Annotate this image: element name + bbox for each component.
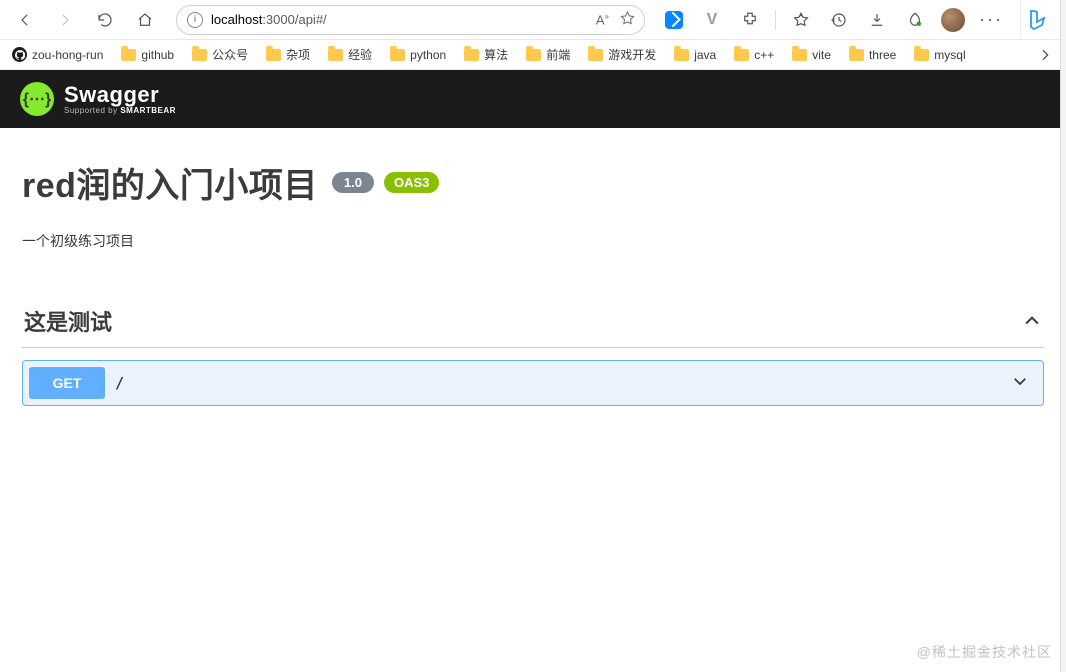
- downloads-icon[interactable]: [864, 7, 890, 33]
- folder-icon: [674, 49, 689, 61]
- favorite-icon[interactable]: [619, 10, 636, 30]
- version-badge: 1.0: [332, 172, 374, 193]
- http-method-badge: GET: [29, 367, 105, 399]
- folder-icon: [390, 49, 405, 61]
- operation-path: /: [115, 374, 1011, 392]
- bookmark-item[interactable]: three: [845, 46, 900, 64]
- swagger-logo-icon: {⋯}: [20, 82, 54, 116]
- folder-icon: [121, 49, 136, 61]
- tag-header[interactable]: 这是测试: [22, 299, 1044, 348]
- bookmark-item[interactable]: mysql: [910, 46, 969, 64]
- chevron-down-icon: [1011, 372, 1029, 395]
- folder-icon: [266, 49, 281, 61]
- bookmark-item[interactable]: 游戏开发: [584, 44, 660, 65]
- performance-icon[interactable]: [902, 7, 928, 33]
- address-bar[interactable]: i localhost:3000/api#/ A»: [176, 5, 645, 35]
- extensions-icon[interactable]: [737, 7, 763, 33]
- bookmark-label: java: [694, 48, 716, 62]
- bookmark-item[interactable]: 前端: [522, 44, 574, 65]
- operation-block[interactable]: GET /: [22, 360, 1044, 406]
- swagger-supported-by: Supported by SMARTBEAR: [64, 106, 176, 115]
- folder-icon: [464, 49, 479, 61]
- bookmark-label: 杂项: [286, 46, 310, 63]
- oas-badge: OAS3: [384, 172, 439, 193]
- bookmark-item[interactable]: zou-hong-run: [8, 45, 107, 64]
- back-button[interactable]: [10, 5, 40, 35]
- folder-icon: [792, 49, 807, 61]
- bookmark-label: mysql: [934, 48, 965, 62]
- swagger-brand: Swagger: [64, 84, 176, 106]
- url-text: localhost:3000/api#/: [211, 12, 327, 27]
- api-title: red润的入门小项目: [22, 158, 318, 207]
- profile-avatar[interactable]: [940, 7, 966, 33]
- bookmark-label: 算法: [484, 46, 508, 63]
- bookmark-item[interactable]: java: [670, 46, 720, 64]
- home-button[interactable]: [130, 5, 160, 35]
- bookmark-item[interactable]: 算法: [460, 44, 512, 65]
- bookmark-item[interactable]: vite: [788, 46, 835, 64]
- folder-icon: [588, 49, 603, 61]
- reading-mode-icon[interactable]: A»: [596, 12, 609, 27]
- swagger-header: {⋯} Swagger Supported by SMARTBEAR: [0, 70, 1066, 128]
- window-right-edge: [1060, 0, 1066, 672]
- toolbar-actions: V ···: [661, 7, 1004, 33]
- bookmark-label: three: [869, 48, 896, 62]
- folder-icon: [914, 49, 929, 61]
- folder-icon: [734, 49, 749, 61]
- history-icon[interactable]: [826, 7, 852, 33]
- api-description: 一个初级练习项目: [22, 231, 1044, 251]
- github-icon: [12, 47, 27, 62]
- bookmark-label: 公众号: [212, 46, 248, 63]
- tag-name: 这是测试: [24, 305, 112, 337]
- browser-toolbar: i localhost:3000/api#/ A» V ···: [0, 0, 1066, 40]
- favorites-icon[interactable]: [788, 7, 814, 33]
- bookmark-item[interactable]: 杂项: [262, 44, 314, 65]
- bookmark-overflow-icon[interactable]: [1032, 42, 1058, 68]
- more-menu-icon[interactable]: ···: [978, 7, 1004, 33]
- folder-icon: [526, 49, 541, 61]
- bookmark-label: 前端: [546, 46, 570, 63]
- forward-button[interactable]: [50, 5, 80, 35]
- watermark: @稀土掘金技术社区: [917, 642, 1052, 662]
- bookmark-item[interactable]: python: [386, 46, 450, 64]
- main-content: red润的入门小项目 1.0 OAS3 一个初级练习项目 这是测试 GET /: [0, 128, 1066, 436]
- bookmark-label: zou-hong-run: [32, 48, 103, 62]
- bookmark-label: 游戏开发: [608, 46, 656, 63]
- bookmark-item[interactable]: c++: [730, 46, 778, 64]
- site-info-icon[interactable]: i: [187, 12, 203, 28]
- send-icon[interactable]: [661, 7, 687, 33]
- bing-sidebar-icon[interactable]: [1020, 0, 1056, 40]
- folder-icon: [849, 49, 864, 61]
- folder-icon: [328, 49, 343, 61]
- bookmark-item[interactable]: 经验: [324, 44, 376, 65]
- bookmark-item[interactable]: github: [117, 46, 178, 64]
- bookmark-label: 经验: [348, 46, 372, 63]
- chevron-up-icon: [1022, 311, 1042, 331]
- bookmark-label: c++: [754, 48, 774, 62]
- v-extension-icon[interactable]: V: [699, 7, 725, 33]
- bookmark-label: vite: [812, 48, 831, 62]
- bookmark-item[interactable]: 公众号: [188, 44, 252, 65]
- folder-icon: [192, 49, 207, 61]
- refresh-button[interactable]: [90, 5, 120, 35]
- bookmark-label: github: [141, 48, 174, 62]
- bookmark-bar: zou-hong-run github 公众号 杂项 经验 python 算法 前端 游戏开发 j…: [0, 40, 1066, 70]
- bookmark-label: python: [410, 48, 446, 62]
